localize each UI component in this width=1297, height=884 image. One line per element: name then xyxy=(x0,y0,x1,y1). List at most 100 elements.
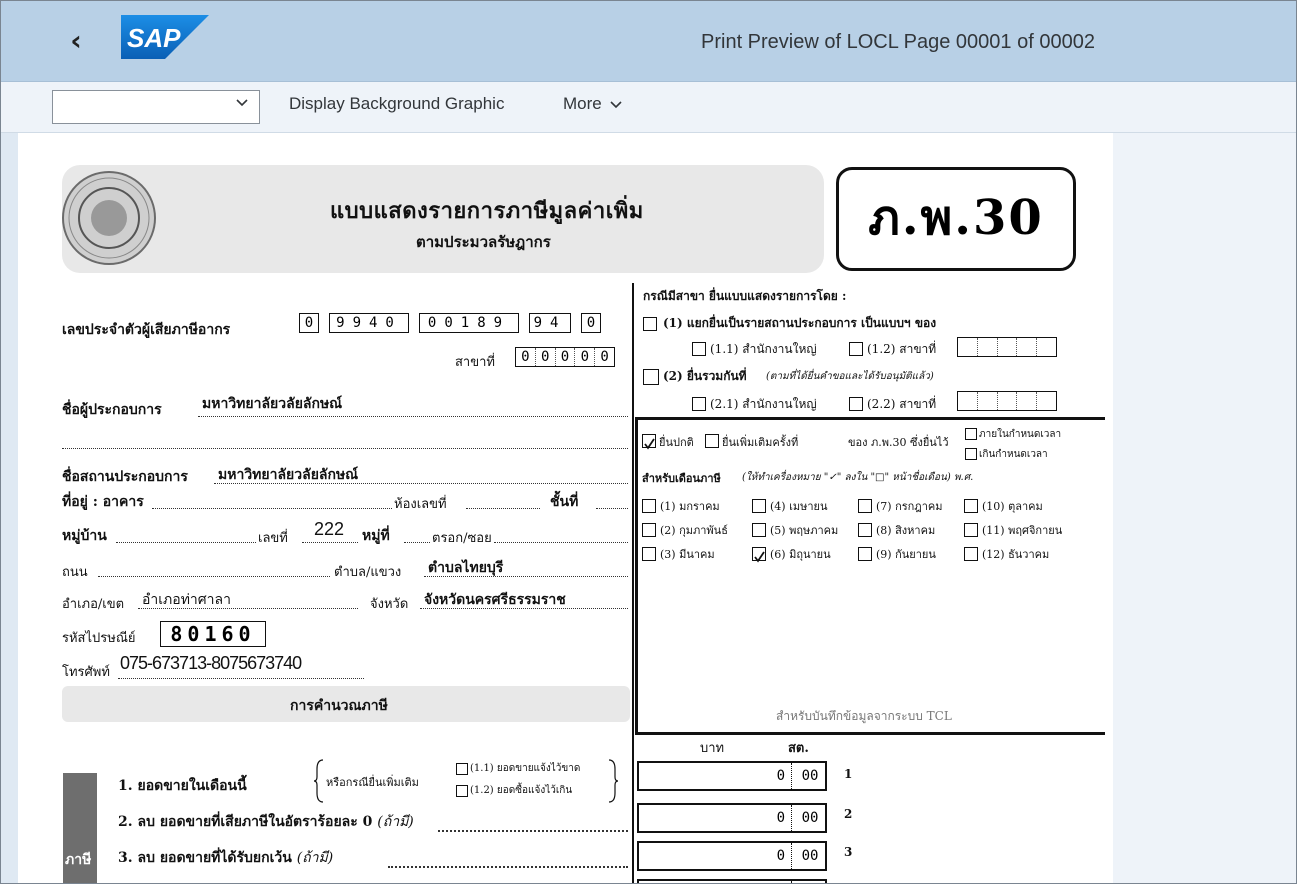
month-label-text: (3) มีนาคม xyxy=(660,548,715,561)
month-label-text: (6) มิถุนายน xyxy=(770,548,831,561)
dotted-line xyxy=(214,482,628,484)
baht-header: บาท xyxy=(700,741,725,756)
opt2-1-checkbox[interactable] xyxy=(692,397,706,411)
additional-filing-checkbox[interactable] xyxy=(705,434,719,448)
village-label: หมู่บ้าน xyxy=(62,528,107,544)
output-select[interactable] xyxy=(52,90,260,124)
tcl-note: สำหรับบันทึกข้อมูลจากระบบ TCL xyxy=(776,709,952,723)
toolbar: Display Background Graphic More xyxy=(1,82,1296,133)
month-checkbox[interactable] xyxy=(752,499,766,513)
chevron-down-icon xyxy=(610,100,623,108)
branch-digit: 0 xyxy=(536,348,556,366)
side-panel xyxy=(1113,133,1296,883)
opt2-checkbox[interactable] xyxy=(643,369,659,385)
month-label-text: (1) มกราคม xyxy=(660,500,720,513)
road-label: ถนน xyxy=(62,565,88,580)
floor-label: ชั้นที่ xyxy=(550,494,579,510)
branch-number: 00000 xyxy=(515,347,615,367)
dotted-line xyxy=(198,415,628,417)
opt2-1-label: (2.1) สำนักงานใหญ่ xyxy=(710,397,817,411)
opt2-note: (ตามที่ได้ยื่นคำขอและได้รับอนุมัติแล้ว) xyxy=(766,371,934,382)
month-label-text: (11) พฤศจิกายน xyxy=(982,524,1063,537)
filed-of-label: ของ ภ.พ.30 ซึ่งยื่นไว้ xyxy=(848,436,949,449)
branch-digit: 0 xyxy=(516,348,536,366)
subdistrict-label: ตำบล/แขวง xyxy=(334,565,402,580)
dotted-line xyxy=(420,607,628,609)
dotted-line xyxy=(152,507,392,509)
opt2-2-checkbox[interactable] xyxy=(849,397,863,411)
month-label-text: (8) สิงหาคม xyxy=(876,524,936,537)
month-checkbox[interactable] xyxy=(964,499,978,513)
taxid-digit: 0 xyxy=(586,315,596,331)
opt2-2-branch-cells xyxy=(957,391,1057,411)
month-checkbox[interactable] xyxy=(642,547,656,561)
month-checkbox[interactable] xyxy=(642,499,656,513)
line2-baht: 0 xyxy=(776,810,785,826)
display-background-graphic-button[interactable]: Display Background Graphic xyxy=(289,94,504,114)
opt2-label: (2) ยื่นรวมกันที่ xyxy=(663,369,747,383)
line4-amount xyxy=(637,879,827,883)
shell-bar: ‹ SAP Print Preview of LOCL Page 00001 o… xyxy=(1,1,1296,82)
line2-text: 2. ลบ ยอดขายที่เสียภาษีในอัตราร้อยละ 0 xyxy=(118,814,373,830)
print-preview-page[interactable]: แบบแสดงรายการภาษีมูลค่าเพิ่ม ตามประมวลรั… xyxy=(18,133,1113,883)
more-button[interactable]: More xyxy=(563,94,623,114)
line2-satang: 00 xyxy=(801,810,819,826)
line1-2-label: (1.2) ยอดซื้อแจ้งไว้เกิน xyxy=(470,785,573,796)
over-deadline-checkbox[interactable] xyxy=(965,448,977,460)
month-checkbox[interactable] xyxy=(642,523,656,537)
month-checkbox[interactable] xyxy=(858,499,872,513)
normal-filing-checkbox[interactable] xyxy=(642,434,656,450)
left-brace xyxy=(314,759,324,803)
dotted-line xyxy=(494,541,628,543)
dotted-line xyxy=(424,575,628,577)
sap-logo: SAP xyxy=(121,15,209,59)
line1-1-label: (1.1) ยอดขายแจ้งไว้ขาด xyxy=(470,763,581,774)
number-value: 222 xyxy=(314,519,345,539)
taxid-digit: 0 xyxy=(304,315,314,331)
month-label-text: (5) พฤษภาคม xyxy=(770,524,839,537)
line2-note: (ถ้ามี) xyxy=(377,814,414,830)
logo-text: SAP xyxy=(127,23,181,53)
dotted-line xyxy=(62,447,628,449)
phone-label: โทรศัพท์ xyxy=(62,665,110,680)
month-checkbox[interactable] xyxy=(964,523,978,537)
line3-label: 3. ลบ ยอดขายที่ได้รับยกเว้น (ถ้ามี) xyxy=(118,847,333,869)
back-button[interactable]: ‹ xyxy=(61,23,91,59)
opt1-checkbox[interactable] xyxy=(643,317,657,331)
branch-label: สาขาที่ xyxy=(455,355,495,370)
line2-amount: 0 00 xyxy=(637,803,827,833)
month-label-text: (2) กุมภาพันธ์ xyxy=(660,524,728,537)
app-window: ‹ SAP Print Preview of LOCL Page 00001 o… xyxy=(0,0,1297,884)
month-checkbox[interactable] xyxy=(964,547,978,561)
line1-amount: 0 00 xyxy=(637,761,827,791)
line1-1-checkbox[interactable] xyxy=(456,763,468,775)
month-label-text: (4) เมษายน xyxy=(770,500,828,513)
opt1-1-checkbox[interactable] xyxy=(692,342,706,356)
within-deadline-label: ภายในกำหนดเวลา xyxy=(979,429,1062,440)
month-note: (ให้ทำเครื่องหมาย "✓" ลงใน "□" หน้าชื่อเ… xyxy=(742,472,974,483)
month-checkbox[interactable] xyxy=(752,523,766,537)
address-label: ที่อยู่ : อาคาร xyxy=(62,494,144,510)
revenue-department-seal xyxy=(62,171,156,265)
filing-section xyxy=(635,417,1105,735)
province-label: จังหวัด xyxy=(370,597,409,612)
opt1-label: (1) แยกยื่นเป็นรายสถานประกอบการ เป็นแบบฯ… xyxy=(663,316,937,330)
taxid-group-1: 0 xyxy=(299,313,319,333)
line3-text: 3. ลบ ยอดขายที่ได้รับยกเว้น xyxy=(118,850,292,866)
operator-value: มหาวิทยาลัยวลัยลักษณ์ xyxy=(202,396,343,412)
line1-satang: 00 xyxy=(801,768,819,784)
month-checkbox[interactable] xyxy=(752,547,766,563)
within-deadline-checkbox[interactable] xyxy=(965,428,977,440)
opt1-2-checkbox[interactable] xyxy=(849,342,863,356)
month-checkbox[interactable] xyxy=(858,523,872,537)
line2-number: 2 xyxy=(844,807,853,821)
dotted-line xyxy=(438,829,628,832)
month-checkbox[interactable] xyxy=(858,547,872,561)
month-label-text: (7) กรกฎาคม xyxy=(876,500,943,513)
column-divider xyxy=(632,283,634,883)
over-deadline-label: เกินกำหนดเวลา xyxy=(979,449,1048,460)
opt1-2-branch-cells xyxy=(957,337,1057,357)
taxid-label: เลขประจำตัวผู้เสียภาษีอากร xyxy=(62,322,231,338)
line1-label: 1. ยอดขายในเดือนนี้ xyxy=(118,778,247,794)
line1-2-checkbox[interactable] xyxy=(456,785,468,797)
